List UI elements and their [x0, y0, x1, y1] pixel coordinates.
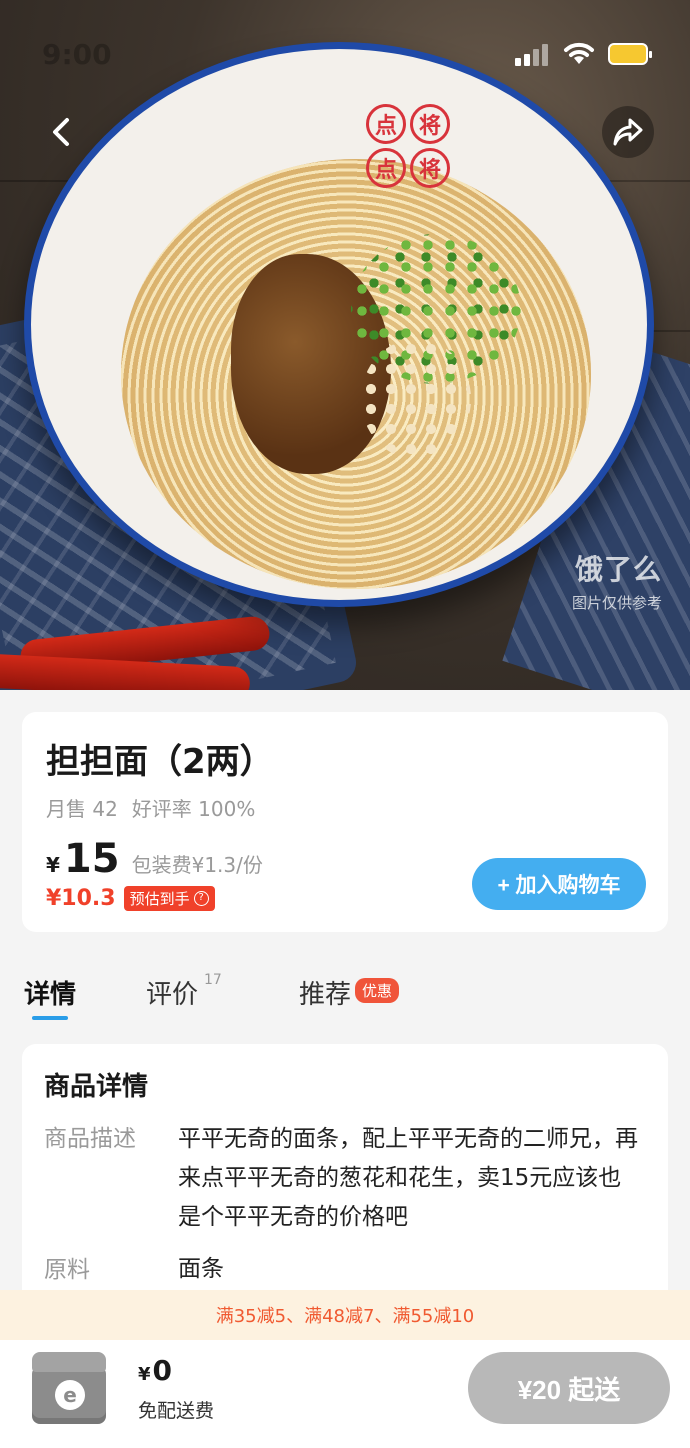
status-time: 9:00 [42, 38, 112, 71]
tab-reviews[interactable]: 评价 17 [146, 972, 222, 1011]
delivery-fee: 免配送费 [138, 1400, 215, 1422]
price-currency: ¥ [46, 853, 60, 877]
discount-banner[interactable]: 满35减5、满48减7、满55减10 [0, 1290, 690, 1340]
eleme-logo-icon: e [55, 1380, 85, 1410]
back-button[interactable] [36, 106, 88, 158]
packaging-fee: 包装费¥1.3/份 [131, 853, 263, 877]
wifi-icon [562, 40, 596, 70]
ingredients-label: 原料 [44, 1257, 90, 1283]
description-text: 平平无奇的面条，配上平平无奇的二师兄，再来点平平无奇的葱花和花生，卖15元应该也… [178, 1126, 638, 1230]
noodle-bowl: 点 将 点 将 [24, 42, 654, 607]
promo-badge: 优惠 [355, 978, 400, 1003]
chevron-left-icon [53, 118, 69, 146]
detail-tabs: 详情 评价 17 推荐 优惠 [0, 966, 690, 1026]
image-watermark: 饿了么 图片仅供参考 [572, 548, 662, 613]
share-icon [613, 118, 643, 146]
peanuts [361, 339, 471, 459]
cart-bar: e ¥ 0 免配送费 ¥20 起送 [0, 1340, 690, 1448]
product-info-card: 担担面（2两） 月售 42 好评率 100% ¥ 15 包装费¥1.3/份 ¥10… [22, 712, 668, 932]
description-label: 商品描述 [44, 1126, 136, 1152]
description-row: 商品描述 平平无奇的面条，配上平平无奇的二师兄，再来点平平无奇的葱花和花生，卖1… [44, 1120, 638, 1237]
checkout-button[interactable]: ¥20 起送 [468, 1352, 670, 1424]
monthly-sales: 月售 42 [46, 797, 118, 821]
bowl-logo-seal: 点 将 点 将 [366, 104, 456, 194]
tab-recommend[interactable]: 推荐 优惠 [299, 974, 400, 1011]
price-value: 15 [63, 836, 120, 882]
shopping-bag-icon[interactable]: e [32, 1352, 110, 1424]
details-title: 商品详情 [44, 1072, 149, 1102]
cart-total: ¥ 0 [138, 1354, 173, 1387]
review-count: 17 [204, 972, 222, 988]
watermark-brand: 饿了么 [574, 553, 662, 586]
add-to-cart-button[interactable]: + 加入购物车 [472, 858, 646, 910]
tab-details[interactable]: 详情 [24, 974, 76, 1011]
battery-icon [608, 43, 652, 65]
help-icon: ? [193, 891, 209, 906]
watermark-note: 图片仅供参考 [571, 594, 662, 612]
estimated-price: ¥10.3 [46, 886, 116, 911]
product-hero-image: 点 将 点 将 饿了么 图片仅供参考 [0, 0, 690, 690]
share-button[interactable] [602, 106, 654, 158]
estimated-price-row: ¥10.3 预估到手 ? [46, 886, 215, 911]
product-name: 担担面（2两） [46, 742, 274, 782]
active-tab-indicator [32, 1016, 68, 1020]
signal-icon [515, 44, 549, 66]
rating: 好评率 100% [131, 797, 256, 821]
product-details-card: 商品详情 商品描述 平平无奇的面条，配上平平无奇的二师兄，再来点平平无奇的葱花和… [22, 1044, 668, 1304]
ingredients-text: 面条 [178, 1256, 224, 1282]
product-stats: 月售 42 好评率 100% [46, 793, 255, 822]
estimated-badge[interactable]: 预估到手 ? [123, 886, 215, 911]
ingredients-row: 原料 面条 [44, 1250, 638, 1289]
product-price: ¥ 15 包装费¥1.3/份 [46, 836, 263, 882]
